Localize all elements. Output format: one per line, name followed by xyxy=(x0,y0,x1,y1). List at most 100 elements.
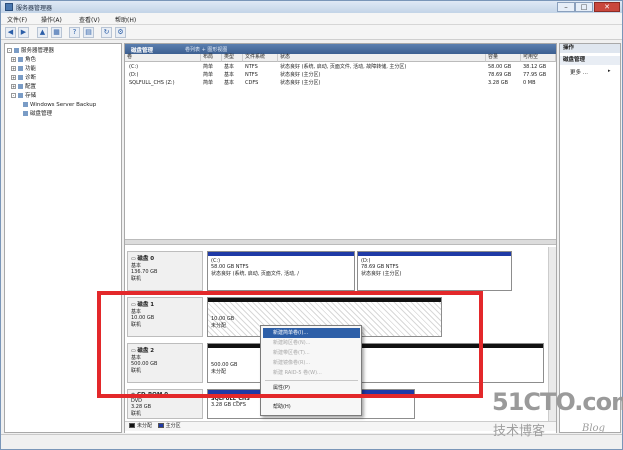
volume-name: SQLFULL_CHS (Z:) xyxy=(129,80,175,86)
settings-icon[interactable]: ⚙ xyxy=(115,27,126,38)
tree-item-server-manager[interactable]: - 服务器管理器 xyxy=(7,47,54,55)
tree-item-roles[interactable]: + 角色 xyxy=(11,56,36,64)
volume-capacity: 3.28 GB xyxy=(488,80,509,86)
partition-status: 状态良好 (系统, 启动, 页面文件, 活动, / xyxy=(211,271,299,277)
actions-more[interactable]: 更多 ... xyxy=(570,68,588,76)
collapse-icon[interactable]: - xyxy=(7,48,12,53)
watermark-site: 51CTO.com xyxy=(492,388,623,416)
legend-unallocated: 未分配 xyxy=(137,423,153,429)
pane-title: 磁盘管理 xyxy=(131,48,154,54)
title-bar: 服务器管理器 – □ ✕ xyxy=(1,1,622,13)
back-arrow-icon[interactable]: ◀ xyxy=(5,27,16,38)
volume-layout: 简单 xyxy=(203,72,214,78)
pane-header: 磁盘管理 卷列表 + 图形视图 xyxy=(125,44,556,54)
forward-arrow-icon[interactable]: ▶ xyxy=(18,27,29,38)
column-header-free[interactable]: 可用空 xyxy=(521,54,556,62)
volume-capacity: 78.69 GB xyxy=(488,72,512,78)
collapse-icon[interactable]: - xyxy=(11,93,16,98)
show-tree-icon[interactable]: ▦ xyxy=(51,27,62,38)
disk-icon-row: ▭ 磁盘 0 xyxy=(131,256,155,262)
expand-icon[interactable]: + xyxy=(11,66,16,71)
menu-help-item[interactable]: 帮助(H) xyxy=(263,402,360,412)
features-icon xyxy=(18,66,23,71)
column-header-type[interactable]: 类型 xyxy=(222,54,243,62)
watermark-blog: Blog xyxy=(582,423,605,434)
legend: 未分配 主分区 xyxy=(125,421,556,431)
volume-free: 77.95 GB xyxy=(523,72,547,78)
watermark-tagline: 技术博客 xyxy=(493,424,546,439)
column-header-capacity[interactable]: 容量 xyxy=(486,54,521,62)
server-icon xyxy=(14,48,19,53)
disk-kind: 基本 xyxy=(131,263,142,269)
tree-item-configuration[interactable]: + 配置 xyxy=(11,83,36,91)
maximize-button[interactable]: □ xyxy=(575,2,593,12)
menu-file[interactable]: 文件(F) xyxy=(7,15,27,24)
tree-item-diagnostics[interactable]: + 诊断 xyxy=(11,74,36,82)
volume-status: 状态良好 (主分区) xyxy=(280,72,321,78)
menu-view[interactable]: 查看(V) xyxy=(79,15,100,24)
volume-layout: 简单 xyxy=(203,64,214,70)
volume-filesystem: NTFS xyxy=(245,64,258,70)
volume-layout: 简单 xyxy=(203,80,214,86)
volume-capacity: 58.00 GB xyxy=(488,64,512,70)
column-header-filesystem[interactable]: 文件系统 xyxy=(243,54,278,62)
volume-type: 基本 xyxy=(224,80,235,86)
table-row[interactable]: (D:) 简单 基本 NTFS 状态良好 (主分区) 78.69 GB 77.9… xyxy=(125,71,556,79)
minimize-button[interactable]: – xyxy=(557,2,575,12)
tree-item-features[interactable]: + 功能 xyxy=(11,65,36,73)
help-icon[interactable]: ? xyxy=(69,27,80,38)
volume-free: 38.12 GB xyxy=(523,64,547,70)
pane-splitter[interactable] xyxy=(125,239,556,245)
tree-item-disk-management[interactable]: 磁盘管理 xyxy=(23,110,52,118)
configuration-icon xyxy=(18,84,23,89)
properties-icon[interactable]: ▤ xyxy=(83,27,94,38)
expand-icon[interactable]: + xyxy=(11,84,16,89)
volume-name: (C:) xyxy=(129,64,139,70)
roles-icon xyxy=(18,57,23,62)
column-header-layout[interactable]: 布局 xyxy=(201,54,222,62)
backup-icon xyxy=(23,102,28,107)
chevron-right-icon: ▸ xyxy=(608,68,611,74)
tree-item-windows-server-backup[interactable]: Windows Server Backup xyxy=(23,101,96,109)
primary-swatch xyxy=(157,423,164,428)
disk-0-label[interactable]: ▭ 磁盘 0 基本 136.70 GB 联机 xyxy=(127,251,203,291)
volume-free: 0 MB xyxy=(523,80,536,86)
volume-filesystem: CDFS xyxy=(245,80,259,86)
primary-partition-bar xyxy=(358,252,511,256)
menu-bar: 文件(F) 操作(A) 查看(V) 帮助(H) xyxy=(1,13,622,25)
server-manager-icon xyxy=(5,3,13,11)
toolbar: ◀ ▶ ▲ ▦ ? ▤ ↻ ⚙ xyxy=(1,25,622,40)
disk-state: 联机 xyxy=(131,411,142,417)
volume-name: (D:) xyxy=(129,72,139,78)
table-row[interactable]: (C:) 简单 基本 NTFS 状态良好 (系统, 启动, 页面文件, 活动, … xyxy=(125,63,556,71)
legend-primary: 主分区 xyxy=(165,423,181,429)
disk-management-icon xyxy=(23,111,28,116)
tree-item-storage[interactable]: - 存储 xyxy=(11,92,36,100)
pane-subtitle: 卷列表 + 图形视图 xyxy=(185,47,228,53)
partition-status: 状态良好 (主分区) xyxy=(361,271,402,277)
highlight-annotation-box xyxy=(97,291,483,398)
expand-icon[interactable]: + xyxy=(11,57,16,62)
diagnostics-icon xyxy=(18,75,23,80)
column-header-status[interactable]: 状态 xyxy=(278,54,486,62)
expand-icon[interactable]: + xyxy=(11,75,16,80)
primary-partition-bar xyxy=(208,252,354,256)
menu-action[interactable]: 操作(A) xyxy=(41,15,62,24)
storage-icon xyxy=(18,93,23,98)
menu-help[interactable]: 帮助(H) xyxy=(115,15,136,24)
disk-state: 联机 xyxy=(131,276,142,282)
table-row[interactable]: SQLFULL_CHS (Z:) 简单 基本 CDFS 状态良好 (主分区) 3… xyxy=(125,79,556,87)
partition-c[interactable]: (C:) 58.00 GB NTFS 状态良好 (系统, 启动, 页面文件, 活… xyxy=(207,251,355,291)
partition-d[interactable]: (D:) 78.69 GB NTFS 状态良好 (主分区) xyxy=(357,251,512,291)
volume-type: 基本 xyxy=(224,72,235,78)
unallocated-swatch xyxy=(129,423,135,428)
window-title: 服务器管理器 xyxy=(16,5,53,12)
volume-type: 基本 xyxy=(224,64,235,70)
refresh-icon[interactable]: ↻ xyxy=(101,27,112,38)
close-button[interactable]: ✕ xyxy=(594,2,620,12)
up-folder-icon[interactable]: ▲ xyxy=(37,27,48,38)
actions-pane: 操作 磁盘管理 更多 ... ▸ xyxy=(559,43,621,433)
actions-section-disk-management[interactable]: 磁盘管理 xyxy=(560,56,620,65)
column-header-volume[interactable]: 卷 xyxy=(125,54,201,62)
volume-status: 状态良好 (主分区) xyxy=(280,80,321,86)
